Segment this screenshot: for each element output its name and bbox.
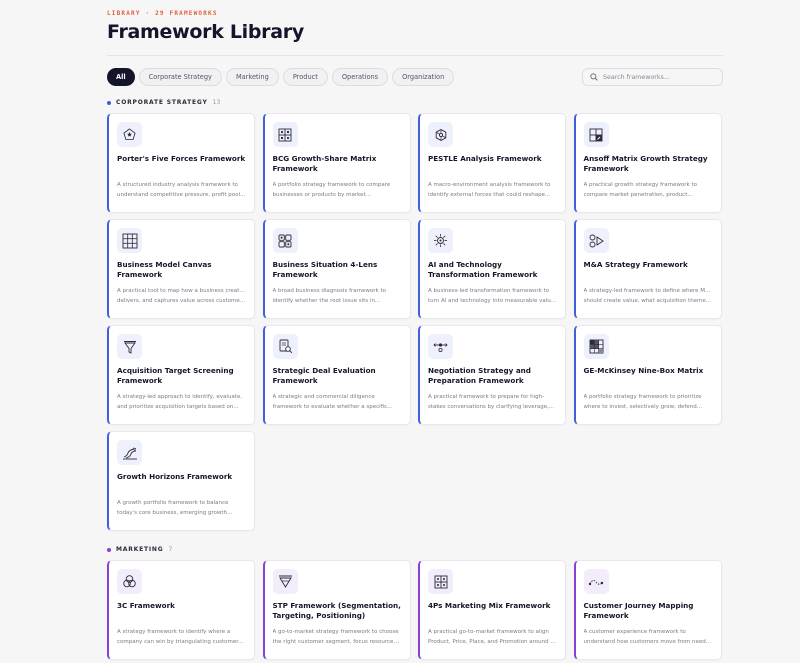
framework-card-3c[interactable]: 3C Framework A strategy framework to ide… [107, 560, 255, 660]
card-description: A broad business diagnosis framework to i… [272, 288, 386, 304]
canvas-grid-icon [117, 228, 142, 253]
framework-card-bcg-matrix[interactable]: BCG Growth-Share Matrix Framework A port… [262, 113, 411, 213]
section-dot [107, 100, 111, 105]
framework-card-strategic-deal-evaluation[interactable]: Strategic Deal Evaluation Framework A st… [262, 325, 411, 425]
three-circles-icon [117, 569, 142, 594]
framework-card-stp[interactable]: STP Framework (Segmentation, Targeting, … [262, 560, 411, 660]
card-title: Porter's Five Forces Framework [117, 154, 246, 163]
filter-chip-all[interactable]: All [107, 68, 135, 86]
section-title: CORPORATE STRATEGY [116, 99, 208, 106]
search-input[interactable] [603, 73, 713, 81]
framework-card-business-model-canvas[interactable]: Business Model Canvas Framework A practi… [107, 219, 255, 319]
four-p-grid-icon [428, 569, 453, 594]
framework-card-ge-mckinsey-nine-box[interactable]: GE-McKinsey Nine-Box Matrix A portfolio … [573, 325, 722, 425]
corporate-strategy-grid: Porter's Five Forces Framework A structu… [107, 113, 722, 531]
search-icon [590, 73, 598, 81]
section-count: 7 [168, 546, 173, 553]
journey-path-icon [583, 569, 609, 594]
card-description: A macro-environment analysis framework t… [428, 182, 551, 198]
framework-card-ma-strategy[interactable]: M&A Strategy Framework A strategy-led fr… [573, 219, 722, 319]
card-title: Growth Horizons Framework [117, 472, 233, 481]
framework-card-growth-horizons[interactable]: Growth Horizons Framework A growth portf… [107, 431, 255, 531]
card-description: A strategy framework to identify where a… [117, 629, 244, 645]
section-dot [107, 547, 111, 552]
card-description: A practical tool to map how a business c… [117, 288, 246, 304]
card-title: BCG Growth-Share Matrix Framework [272, 154, 377, 173]
framework-card-ai-technology-transformation[interactable]: AI and Technology Transformation Framewo… [418, 219, 566, 319]
framework-card-4ps-marketing-mix[interactable]: 4Ps Marketing Mix Framework A practical … [418, 560, 566, 660]
framework-card-porters-five-forces[interactable]: Porter's Five Forces Framework A structu… [107, 113, 255, 213]
card-title: 4Ps Marketing Mix Framework [428, 601, 551, 610]
card-description: A strategy-led approach to identify, eva… [117, 394, 243, 410]
card-title: Acquisition Target Screening Framework [117, 366, 234, 385]
filter-chip-corporate-strategy[interactable]: Corporate Strategy [138, 68, 222, 86]
growth-curve-icon [117, 440, 142, 465]
four-lens-icon [272, 228, 298, 253]
card-description: A business-led transformation framework … [428, 288, 557, 304]
page-title: Framework Library [107, 21, 304, 43]
card-title: Ansoff Matrix Growth Strategy Framework [583, 154, 708, 173]
library-eyebrow: LIBRARY · 29 FRAMEWORKS [107, 10, 218, 17]
ansoff-matrix-icon [583, 122, 609, 147]
filter-chip-product[interactable]: Product [282, 68, 328, 86]
framework-card-customer-journey-mapping[interactable]: Customer Journey Mapping Framework A cus… [573, 560, 722, 660]
merge-arrow-icon [583, 228, 609, 253]
card-title: GE-McKinsey Nine-Box Matrix [583, 366, 704, 375]
filter-chip-marketing[interactable]: Marketing [225, 68, 279, 86]
framework-card-negotiation-strategy[interactable]: Negotiation Strategy and Preparation Fra… [418, 325, 566, 425]
search-box[interactable] [582, 68, 723, 86]
framework-card-acquisition-target-screening[interactable]: Acquisition Target Screening Framework A… [107, 325, 255, 425]
pentagon-star-icon [117, 122, 142, 147]
framework-card-business-situation-4-lens[interactable]: Business Situation 4-Lens Framework A br… [262, 219, 411, 319]
card-description: A structured industry analysis framework… [117, 182, 246, 198]
card-description: A practical framework to prepare for hig… [428, 394, 555, 410]
framework-card-ansoff-matrix[interactable]: Ansoff Matrix Growth Strategy Framework … [573, 113, 722, 213]
marketing-grid: 3C Framework A strategy framework to ide… [107, 560, 722, 660]
card-title: Business Model Canvas Framework [117, 260, 212, 279]
card-description: A growth portfolio framework to balance t… [117, 500, 233, 516]
card-description: A customer experience framework to unders… [583, 629, 713, 645]
card-title: AI and Technology Transformation Framewo… [428, 260, 538, 279]
network-hex-icon [428, 122, 453, 147]
card-description: A strategy-led framework to define where… [583, 288, 713, 304]
section-header-corporate-strategy: CORPORATE STRATEGY 13 [107, 99, 220, 106]
card-description: A practical growth strategy framework to… [583, 182, 697, 198]
card-description: A portfolio strategy framework to compar… [272, 182, 391, 198]
card-description: A portfolio strategy framework to priori… [583, 394, 703, 410]
negotiation-icon [428, 334, 453, 359]
framework-card-pestle[interactable]: PESTLE Analysis Framework A macro-enviro… [418, 113, 566, 213]
card-title: M&A Strategy Framework [583, 260, 688, 269]
card-title: PESTLE Analysis Framework [428, 154, 542, 163]
card-title: Negotiation Strategy and Preparation Fra… [428, 366, 531, 385]
card-title: Customer Journey Mapping Framework [583, 601, 694, 620]
card-description: A strategic and commercial diligence fram… [272, 394, 393, 410]
funnel-icon [117, 334, 142, 359]
card-description: A practical go-to-market framework to al… [428, 629, 557, 645]
card-title: 3C Framework [117, 601, 175, 610]
ai-chip-icon [428, 228, 453, 253]
matrix-grid-icon [272, 122, 298, 147]
card-title: Strategic Deal Evaluation Framework [272, 366, 376, 385]
section-title: MARKETING [116, 546, 164, 553]
header-divider [107, 55, 723, 56]
card-description: A go-to-market strategy framework to cho… [272, 629, 402, 645]
nine-box-icon [583, 334, 609, 359]
target-funnel-icon [272, 569, 298, 594]
section-count: 13 [212, 99, 221, 106]
filter-chips: All Corporate Strategy Marketing Product… [107, 68, 455, 86]
document-search-icon [272, 334, 298, 359]
card-title: Business Situation 4-Lens Framework [272, 260, 378, 279]
filter-chip-operations[interactable]: Operations [331, 68, 389, 86]
card-title: STP Framework (Segmentation, Targeting, … [272, 601, 401, 620]
section-header-marketing: MARKETING 7 [107, 546, 172, 553]
filter-chip-organization[interactable]: Organization [392, 68, 455, 86]
